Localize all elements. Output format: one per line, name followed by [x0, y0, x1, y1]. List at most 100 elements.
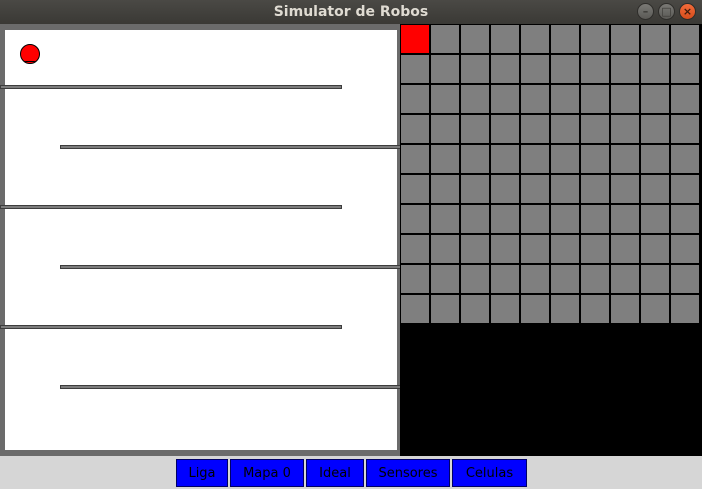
grid-cell [611, 265, 639, 293]
mapa-button[interactable]: Mapa 0 [230, 459, 304, 487]
grid-cell [431, 205, 459, 233]
grid-cell [641, 235, 669, 263]
grid-cell [461, 265, 489, 293]
grid-cell [491, 295, 519, 323]
grid-cell [581, 205, 609, 233]
grid-cell [521, 205, 549, 233]
grid-cell [611, 25, 639, 53]
grid-cell [401, 145, 429, 173]
grid-cell [401, 295, 429, 323]
grid-cell [431, 25, 459, 53]
maze-wall [0, 325, 342, 329]
grid-cell [611, 55, 639, 83]
grid-cell [581, 235, 609, 263]
grid-cell [581, 55, 609, 83]
grid-cell [461, 85, 489, 113]
grid-cell [581, 295, 609, 323]
grid-cell [431, 265, 459, 293]
grid-cell [671, 25, 699, 53]
grid-cell [491, 265, 519, 293]
grid-cell [551, 205, 579, 233]
grid-cell [401, 115, 429, 143]
grid-cell [521, 295, 549, 323]
window-controls: – □ × [637, 3, 696, 20]
grid-cell [671, 265, 699, 293]
window-titlebar: Simulator de Robos – □ × [0, 0, 702, 24]
grid-cell [641, 295, 669, 323]
close-icon[interactable]: × [679, 3, 696, 20]
maximize-icon[interactable]: □ [658, 3, 675, 20]
maze-panel [0, 24, 402, 456]
grid-cell [521, 265, 549, 293]
minimize-icon[interactable]: – [637, 3, 654, 20]
grid-cell [521, 115, 549, 143]
grid-cell [491, 205, 519, 233]
robot-direction-line [21, 61, 39, 62]
grid-cell [491, 235, 519, 263]
grid-cell [461, 145, 489, 173]
grid-cell [431, 55, 459, 83]
grid-cell [491, 115, 519, 143]
grid-cell [431, 295, 459, 323]
grid-cell [611, 85, 639, 113]
grid-cell [431, 175, 459, 203]
maze-wall [60, 265, 402, 269]
grid-cell [521, 145, 549, 173]
grid-cell [641, 205, 669, 233]
grid-cell [671, 85, 699, 113]
grid-cell [461, 25, 489, 53]
toolbar: Liga Mapa 0 Ideal Sensores Celulas [0, 456, 702, 489]
grid-cell-robot [401, 25, 429, 53]
maze-wall [0, 205, 342, 209]
grid-cell [551, 85, 579, 113]
grid-cell [551, 265, 579, 293]
grid-cell [401, 55, 429, 83]
grid-cell [671, 295, 699, 323]
maze-wall [60, 385, 402, 389]
grid-cell [461, 55, 489, 83]
grid-cell [671, 205, 699, 233]
grid-cell [551, 25, 579, 53]
grid-cell [491, 145, 519, 173]
maze-wall [60, 145, 402, 149]
maze-wall [0, 85, 342, 89]
grid-cell [401, 235, 429, 263]
grid-cell [491, 85, 519, 113]
grid-cell [461, 295, 489, 323]
grid-cell [581, 145, 609, 173]
grid-cell [671, 175, 699, 203]
grid-cell [641, 55, 669, 83]
grid-cell [521, 175, 549, 203]
liga-button[interactable]: Liga [176, 459, 228, 487]
sensores-button[interactable]: Sensores [366, 459, 450, 487]
grid-cell [671, 145, 699, 173]
grid-cell [431, 235, 459, 263]
grid-cell [491, 25, 519, 53]
grid-cell [641, 25, 669, 53]
grid-cell [641, 115, 669, 143]
grid-cell [401, 205, 429, 233]
grid-cell [551, 55, 579, 83]
grid-cell [581, 25, 609, 53]
grid-cell [581, 85, 609, 113]
grid-cell [461, 115, 489, 143]
grid-cell [401, 175, 429, 203]
grid-cell [551, 295, 579, 323]
grid-cell [431, 85, 459, 113]
grid-cell [641, 85, 669, 113]
grid-cell [491, 175, 519, 203]
occupancy-grid [400, 24, 702, 456]
grid-cell [431, 145, 459, 173]
grid-cell [401, 85, 429, 113]
grid-cell [671, 55, 699, 83]
grid-cell [611, 205, 639, 233]
grid-cell [641, 145, 669, 173]
grid-cell [641, 175, 669, 203]
celulas-button[interactable]: Celulas [452, 459, 527, 487]
grid-cell [611, 295, 639, 323]
grid-cell [461, 235, 489, 263]
ideal-button[interactable]: Ideal [306, 459, 364, 487]
grid-cell [551, 175, 579, 203]
grid-cell [671, 115, 699, 143]
grid-cell [611, 145, 639, 173]
